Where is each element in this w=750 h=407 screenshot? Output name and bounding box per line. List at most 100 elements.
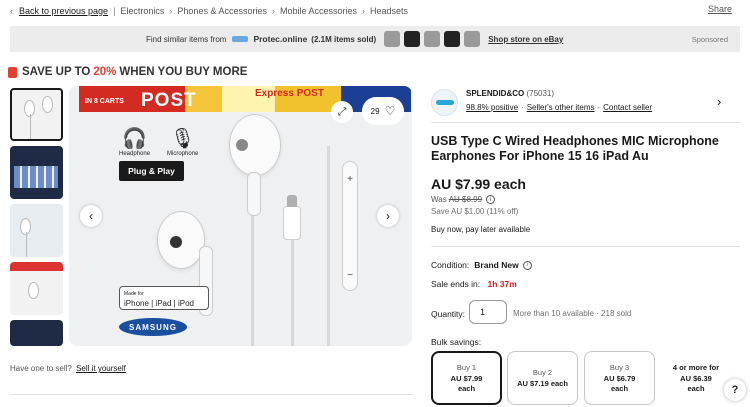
availability-text: More than 10 available · 218 sold [513,309,632,318]
breadcrumb-item-mobile-accessories[interactable]: Mobile Accessories [280,6,357,16]
bulk-option-4-or-more[interactable]: 4 or more for AU $6.39 each [660,351,732,405]
sell-it-yourself-link[interactable]: Sell it yourself [76,364,126,373]
sell-text: Have one to sell? [10,364,72,373]
banner-find-text: Find similar items from [146,34,227,44]
bulk-unit: each [687,383,705,393]
sale-ends-row: Sale ends in: 1h 37m [431,279,517,289]
volume-up-icon: + [347,174,353,185]
cable-usbc [291,236,294,346]
bulk-savings-label: Bulk savings: [431,337,482,347]
banner-thumb[interactable] [384,31,401,47]
bulk-option-buy-3[interactable]: Buy 3 AU $6.79 each [584,351,655,405]
quantity-label: Quantity: [431,309,466,319]
express-post-label: Express POST [255,88,324,99]
cable-icon [30,114,31,139]
chevron-right-icon[interactable]: › [717,94,721,109]
earbud-stem [247,172,261,216]
was-price: AU $8.99 [448,195,483,204]
bulk-price: AU $6.79 [603,373,636,383]
breadcrumb-item-electronics[interactable]: Electronics [120,6,164,16]
previous-image-button[interactable]: ‹ [80,205,102,227]
item-price: AU $7.99 each [431,176,526,192]
watch-count: 29 [370,106,380,116]
gallery-thumbnail[interactable] [10,320,63,346]
bulk-price: AU $7.99 [450,373,483,383]
breadcrumb-item-headsets[interactable]: Headsets [370,6,408,16]
microphone-feature: 🎙 Microphone [167,126,198,157]
gallery-thumbnail[interactable] [10,146,63,199]
bulk-qty: Buy 1 [456,362,477,372]
store-logo-icon [232,36,249,42]
banner-thumb[interactable] [404,31,421,47]
phones-grid-icon [14,166,58,188]
divider [431,122,740,123]
headphone-icon: 🎧 [122,128,147,150]
bulk-price: AU $6.39 [680,373,712,383]
was-price-row: Was AU $8.99 i [431,195,496,204]
banner-thumbnails[interactable] [384,31,484,47]
usbc-connector [283,195,301,240]
breadcrumb-separator: | [113,6,116,16]
next-image-button[interactable]: › [377,205,399,227]
made-for-apple-badge: Made for iPhone | iPad | iPod [119,286,209,310]
headphone-label: Headphone [119,151,151,157]
bulk-option-buy-2[interactable]: Buy 2 AU $7.19 each [507,351,578,405]
divider [10,394,413,395]
earbud-icon [42,96,53,113]
sponsored-label: Sponsored [691,34,728,44]
sell-prompt: Have one to sell? Sell it yourself [10,364,126,373]
seller-avatar[interactable] [431,89,458,116]
bulk-price: AU $7.19 each [517,378,568,388]
made-for-devices: iPhone | iPad | iPod [124,299,194,308]
samsung-logo: SAMSUNG [119,318,187,336]
sale-timer: 1h 37m [487,279,517,289]
info-icon[interactable]: i [522,260,532,270]
bulk-qty: 4 or more for [672,362,720,372]
promo-suffix: WHEN YOU BUY MORE [119,66,248,78]
breadcrumb-item-phones[interactable]: Phones & Accessories [177,6,267,16]
microphone-icon: 🎙 [169,128,196,150]
bulk-unit: each [457,383,476,393]
item-title: USB Type C Wired Headphones MIC Micropho… [431,134,719,163]
headphone-feature: 🎧 Headphone [119,126,150,157]
seller-header[interactable]: SPLENDID&CO (75031) [466,89,554,98]
heart-icon: ♡ [384,104,396,118]
sponsored-banner[interactable]: Find similar items from Protec.online (2… [10,26,740,52]
expand-icon[interactable]: ⤢ [331,101,353,123]
seller-other-items-link[interactable]: Seller's other items [527,103,595,112]
watch-button[interactable]: 29 ♡ [362,97,404,125]
banner-thumb[interactable] [464,31,481,47]
shop-store-link[interactable]: Shop store on eBay [488,35,563,44]
sale-label: Sale ends in: [431,279,481,289]
chevron-left-icon[interactable]: ‹ [10,6,13,16]
gallery-thumbnail[interactable] [10,262,63,315]
contact-seller-link[interactable]: Contact seller [603,103,652,112]
banner-thumb[interactable] [444,31,461,47]
main-product-image[interactable]: IN 8 CARTS POST Express POST ⤢ 29 ♡ 🎧 He… [69,86,412,346]
promo-prefix: SAVE UP TO [22,66,91,78]
seller-links: 98.8% positive · Seller's other items · Cont… [466,103,653,112]
share-link[interactable]: Share [708,4,732,14]
help-button[interactable]: ? [724,379,746,401]
earbud-icon [28,282,39,299]
gallery-thumbnail[interactable] [10,88,63,141]
breadcrumb: ‹ Back to previous page | Electronics › … [10,4,408,18]
quantity-input[interactable] [469,300,507,324]
back-link[interactable]: Back to previous page [19,6,108,16]
banner-store-name: Protec.online [253,34,308,44]
banner-store[interactable]: Protec.online [232,34,307,44]
microphone-label: Microphone [167,151,199,157]
chevron-right-icon: › [271,6,275,16]
bulk-option-buy-1[interactable]: Buy 1 AU $7.99 each [431,351,502,405]
earbud-left [157,211,205,269]
made-for-label: Made for [124,291,144,297]
gallery-thumbnail[interactable] [10,204,63,257]
seller-positive-link[interactable]: 98.8% positive [466,103,518,112]
cable-icon [26,232,27,257]
buy-now-pay-later: Buy now, pay later available [431,225,531,234]
promo-percent: 20% [93,66,117,78]
price-tag-icon [8,66,17,78]
info-icon[interactable]: i [486,195,496,204]
banner-thumb[interactable] [424,31,441,47]
seller-name[interactable]: SPLENDID&CO [466,89,524,98]
